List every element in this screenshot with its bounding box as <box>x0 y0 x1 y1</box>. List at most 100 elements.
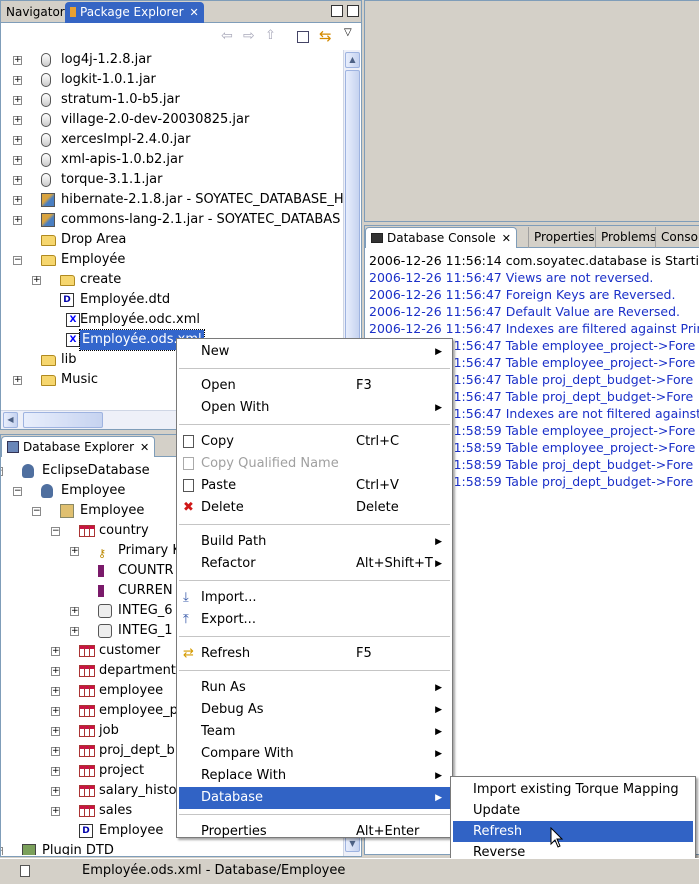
jar-icon <box>41 53 51 67</box>
hscroll-thumb[interactable] <box>23 412 103 428</box>
expand-icon[interactable]: + <box>13 216 22 225</box>
minimize-icon[interactable] <box>331 5 343 17</box>
expand-icon[interactable]: + <box>51 647 60 656</box>
submenu-item-refresh[interactable]: Refresh <box>453 821 693 842</box>
menu-item-copy-qualified-name[interactable]: Copy Qualified Name <box>179 453 450 475</box>
expand-icon[interactable]: + <box>13 116 22 125</box>
expand-icon[interactable]: + <box>13 196 22 205</box>
expand-icon[interactable]: + <box>51 667 60 676</box>
expand-icon[interactable]: + <box>32 276 41 285</box>
expand-icon[interactable]: + <box>51 807 60 816</box>
tree-item[interactable]: + hibernate-2.1.8.jar - SOYATEC_DATABASE_… <box>1 190 343 210</box>
expand-icon[interactable]: + <box>13 56 22 65</box>
expand-icon[interactable]: + <box>13 156 22 165</box>
tree-item-label: employee <box>99 683 164 698</box>
collapse-all-icon[interactable] <box>297 31 309 43</box>
menu-item-import[interactable]: ⤓ Import... <box>179 587 450 609</box>
tree-item-label: Music <box>61 372 98 387</box>
submenu-arrow-icon: ▶ <box>435 537 442 547</box>
menu-item-copy[interactable]: Copy Ctrl+C <box>179 431 450 453</box>
fast-view-icon[interactable] <box>20 865 30 877</box>
tree-item[interactable]: + village-2.0-dev-20030825.jar <box>1 110 341 130</box>
tree-item[interactable]: − Employée <box>1 250 341 270</box>
scroll-up-icon[interactable]: ▲ <box>345 52 360 68</box>
menu-item-properties[interactable]: Properties Alt+Enter <box>179 821 450 843</box>
tab-package-explorer[interactable]: Package Explorer ✕ <box>65 2 204 23</box>
menu-item-refactor[interactable]: Refactor Alt+Shift+T ▶ <box>179 553 450 575</box>
link-editor-icon[interactable]: ⇆ <box>319 27 332 45</box>
expand-icon[interactable]: + <box>13 96 22 105</box>
close-icon[interactable]: ✕ <box>502 229 511 249</box>
tab-database-console[interactable]: Database Console ✕ <box>365 227 517 248</box>
jar-icon <box>41 93 51 107</box>
tree-item[interactable]: + xml-apis-1.0.b2.jar <box>1 150 341 170</box>
collapse-icon[interactable]: − <box>13 487 22 496</box>
submenu-arrow-icon: ▶ <box>435 683 442 693</box>
menu-item-open[interactable]: Open F3 <box>179 375 450 397</box>
expand-icon[interactable]: + <box>13 136 22 145</box>
submenu-item-update[interactable]: Update <box>453 800 693 821</box>
expand-icon[interactable]: + <box>51 687 60 696</box>
expand-icon[interactable]: + <box>13 76 22 85</box>
database-icon <box>22 464 34 478</box>
tree-item[interactable]: + xercesImpl-2.4.0.jar <box>1 130 341 150</box>
tree-item[interactable]: Drop Area <box>1 230 341 250</box>
menu-item-replace-with[interactable]: Replace With ▶ <box>179 765 450 787</box>
tab-database-explorer[interactable]: Database Explorer ✕ <box>1 436 156 458</box>
forward-icon[interactable]: ⇨ <box>243 28 255 44</box>
up-icon[interactable]: ⇧ <box>265 28 276 43</box>
expand-icon[interactable]: + <box>70 547 79 556</box>
expand-icon[interactable]: + <box>13 376 22 385</box>
expand-icon[interactable]: + <box>70 607 79 616</box>
tab-properties[interactable]: Properties <box>528 227 600 248</box>
expand-icon[interactable]: + <box>1 847 3 855</box>
collapse-icon[interactable]: − <box>13 256 22 265</box>
tree-item[interactable]: + log4j-1.2.8.jar <box>1 50 341 70</box>
expand-icon[interactable]: + <box>70 627 79 636</box>
maximize-icon[interactable] <box>347 5 359 17</box>
menu-item-compare-with[interactable]: Compare With ▶ <box>179 743 450 765</box>
tree-item-label: project <box>99 763 145 778</box>
tree-item[interactable]: + create <box>1 270 341 290</box>
tree-item-label: department <box>99 663 176 678</box>
menu-item-build-path[interactable]: Build Path ▶ <box>179 531 450 553</box>
menu-item-run-as[interactable]: Run As ▶ <box>179 677 450 699</box>
submenu-item-import-existing-torque-mapping[interactable]: Import existing Torque Mapping <box>453 779 693 800</box>
expand-icon[interactable]: + <box>51 787 60 796</box>
collapse-icon[interactable]: − <box>1 467 3 476</box>
close-icon[interactable]: ✕ <box>140 438 149 458</box>
menu-item-export[interactable]: ⤒ Export... <box>179 609 450 631</box>
tree-item[interactable]: D Employée.dtd <box>1 290 341 310</box>
menu-item-debug-as[interactable]: Debug As ▶ <box>179 699 450 721</box>
menu-item-new[interactable]: New ▶ <box>179 341 450 363</box>
tab-problems[interactable]: Problems <box>595 227 661 248</box>
expand-icon[interactable]: + <box>51 747 60 756</box>
menu-item-delete[interactable]: ✖ Delete Delete <box>179 497 450 519</box>
tree-item-label: proj_dept_b <box>99 743 175 758</box>
tree-item[interactable]: X Employée.odc.xml <box>1 310 341 330</box>
tree-item[interactable]: + commons-lang-2.1.jar - SOYATEC_DATABAS <box>1 210 341 230</box>
tree-item[interactable]: + torque-3.1.1.jar <box>1 170 341 190</box>
scroll-left-icon[interactable]: ◀ <box>3 412 18 428</box>
menu-item-paste[interactable]: Paste Ctrl+V <box>179 475 450 497</box>
close-icon[interactable]: ✕ <box>190 3 199 23</box>
back-icon[interactable]: ⇦ <box>221 28 233 44</box>
menu-item-refresh[interactable]: ⇄ Refresh F5 <box>179 643 450 665</box>
tree-item-label: lib <box>61 352 77 367</box>
tree-item[interactable]: + logkit-1.0.1.jar <box>1 70 341 90</box>
expand-icon[interactable]: + <box>51 707 60 716</box>
collapse-icon[interactable]: − <box>51 527 60 536</box>
tab-navigator[interactable]: Navigator <box>1 2 70 23</box>
menu-item-open-with[interactable]: Open With ▶ <box>179 397 450 419</box>
xml-file-icon: X <box>66 333 80 347</box>
menu-item-database[interactable]: Database ▶ <box>179 787 450 809</box>
expand-icon[interactable]: + <box>13 176 22 185</box>
tab-console[interactable]: Consol <box>655 227 699 248</box>
tree-item[interactable]: + stratum-1.0-b5.jar <box>1 90 341 110</box>
tree-item[interactable]: + Plugin DTD <box>1 841 341 855</box>
view-menu-icon[interactable]: ▽ <box>344 27 352 38</box>
menu-item-team[interactable]: Team ▶ <box>179 721 450 743</box>
collapse-icon[interactable]: − <box>32 507 41 516</box>
expand-icon[interactable]: + <box>51 727 60 736</box>
expand-icon[interactable]: + <box>51 767 60 776</box>
